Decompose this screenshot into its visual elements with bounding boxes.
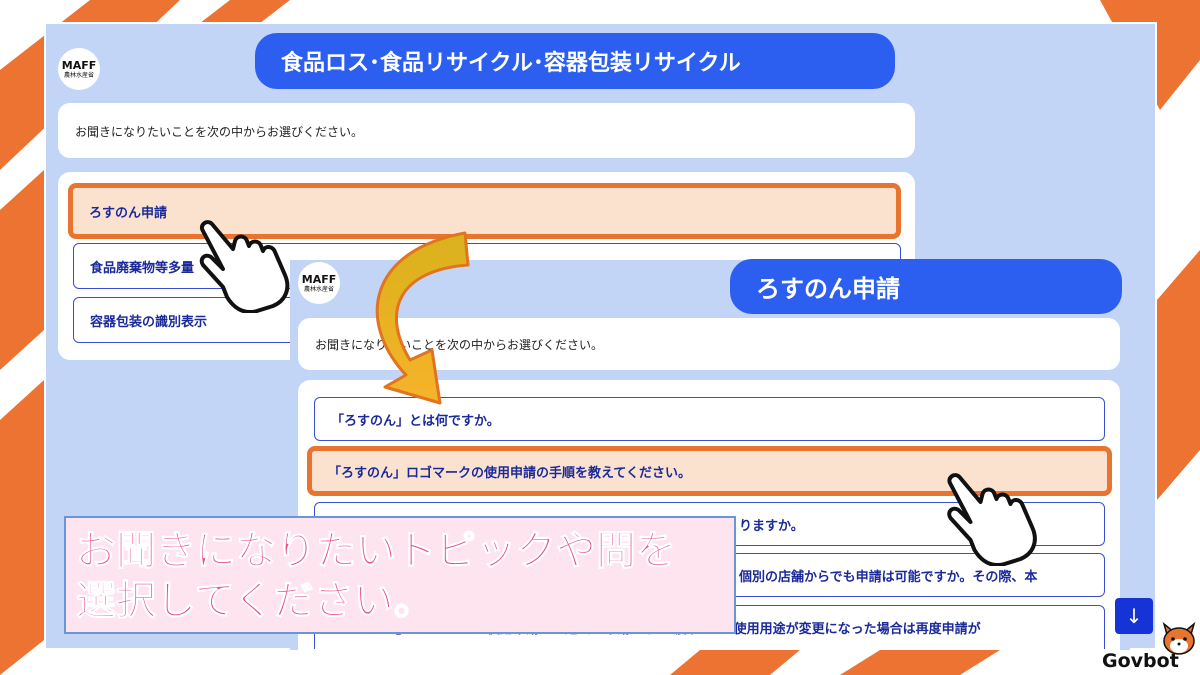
screen1-prompt: お聞きになりたいことを次の中からお選びください。 [75,125,364,139]
pointing-hand-icon-2 [947,473,1037,566]
caption-line-1: お聞きになりたいトピックや問を [76,528,677,575]
screen2-title: ろすのん申請 [730,259,1122,314]
scroll-down-button[interactable]: ↓ [1115,598,1153,634]
caption-line-2: 選択してください。 [76,578,435,625]
govbot-label: Govbot [1102,650,1179,672]
screen1-title: 食品ロス･食品リサイクル･容器包装リサイクル [255,33,895,89]
transition-arrow-icon [375,231,470,405]
screen1-prompt-panel: お聞きになりたいことを次の中からお選びください。 [58,103,915,158]
instruction-caption: お聞きになりたいトピックや問を 選択してください。 [64,516,736,634]
maff-logo: MAFF 農林水産省 [58,48,100,90]
pointing-hand-icon [199,220,290,313]
